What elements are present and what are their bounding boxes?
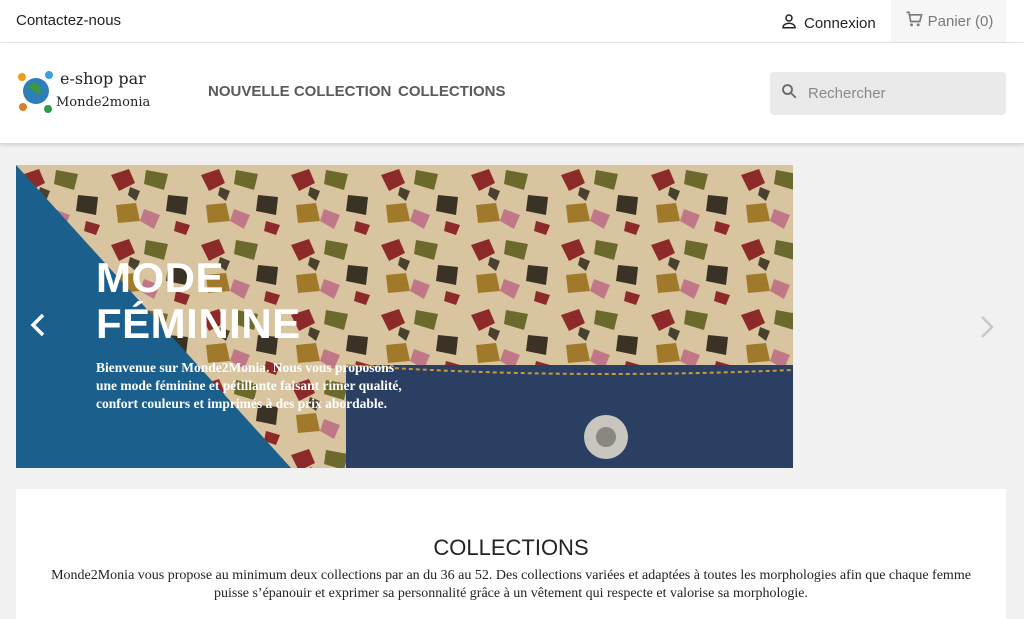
search-input[interactable] (806, 84, 980, 103)
nav-new-collection[interactable]: NOUVELLE COLLECTION (208, 83, 391, 100)
cart-button[interactable]: Panier (0) (891, 0, 1006, 42)
logo-text-line2: Monde2monia (56, 95, 151, 110)
collections-description: Monde2Monia vous propose au minimum deux… (51, 568, 971, 601)
search-box[interactable] (770, 72, 1006, 115)
collections-section: COLLECTIONS Monde2Monia vous propose au … (16, 489, 1006, 619)
hero-slider[interactable]: MODE FÉMININE Bienvenue sur Monde2Monia.… (16, 165, 793, 468)
slide-description: Bienvenue sur Monde2Monia. Nous vous pro… (96, 360, 402, 411)
slider-prev-icon[interactable] (28, 312, 48, 343)
collections-title: COLLECTIONS (433, 535, 589, 560)
top-bar: Contactez-nous Connexion Panier (0) (0, 0, 1024, 43)
nav-collections[interactable]: COLLECTIONS (398, 83, 506, 100)
cart-count: (0) (975, 12, 994, 30)
slide-caption: MODE FÉMININE Bienvenue sur Monde2Monia.… (96, 255, 416, 413)
user-icon (780, 12, 798, 34)
login-label: Connexion (804, 14, 876, 32)
globe-logo-icon (18, 71, 53, 113)
site-logo[interactable]: e-shop par Monde2monia (16, 63, 156, 123)
header: e-shop par Monde2monia NOUVELLE COLLECTI… (0, 43, 1024, 143)
slider-next-icon[interactable] (977, 314, 997, 345)
cart-icon (904, 9, 924, 33)
logo-text-line1: e-shop par (60, 69, 146, 88)
slide-title: MODE FÉMININE (96, 254, 301, 347)
cart-label: Panier (927, 12, 971, 30)
login-link[interactable]: Connexion (780, 12, 876, 34)
contact-link[interactable]: Contactez-nous (16, 12, 121, 29)
search-icon (780, 82, 798, 105)
